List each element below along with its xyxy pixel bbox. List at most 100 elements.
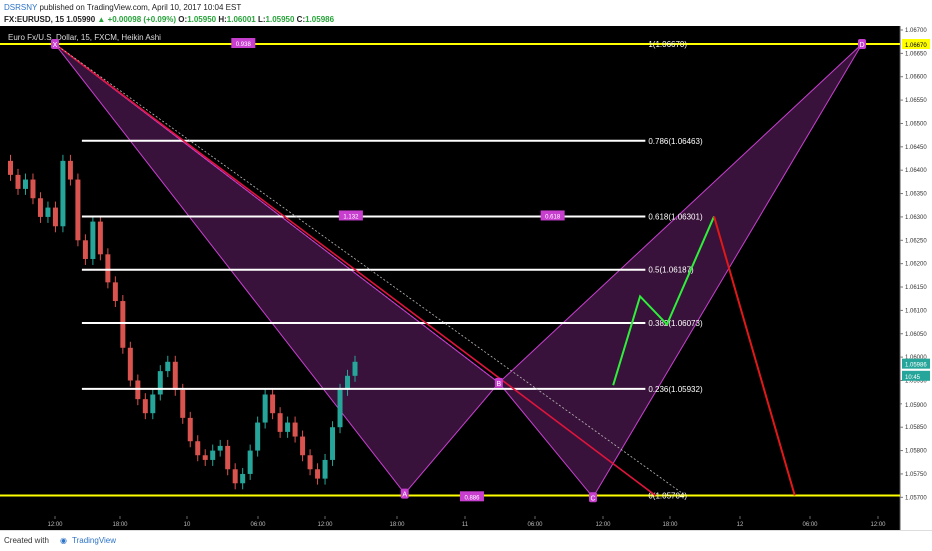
- pattern-point-label: B: [497, 381, 502, 388]
- candle: [90, 215, 96, 265]
- candle: [60, 154, 66, 233]
- candle: [165, 355, 171, 378]
- candle: [142, 393, 148, 420]
- x-tick-label: 12:00: [870, 522, 886, 528]
- candle: [67, 154, 73, 186]
- candle-body: [45, 207, 51, 217]
- y-tick-label: 1.06050: [905, 332, 927, 338]
- projection-arrow-down: [713, 216, 796, 496]
- fib-level-label: 0.786(1.06463): [648, 137, 703, 146]
- candle: [22, 173, 28, 195]
- y-tick-label: 1.06500: [905, 121, 927, 127]
- tradingview-brand[interactable]: TradingView: [72, 536, 116, 545]
- chart-title: Euro Fx/U.S. Dollar, 15, FXCM, Heikin As…: [8, 33, 161, 42]
- x-tick-label: 12:00: [47, 522, 63, 528]
- pattern-point-a: A: [400, 488, 409, 499]
- candle: [45, 201, 51, 223]
- candle-body: [337, 389, 343, 428]
- publish-line: DSRSNY published on TradingView.com, Apr…: [4, 3, 241, 12]
- candle-body: [75, 179, 81, 241]
- candle: [82, 234, 88, 265]
- y-tick-label: 1.05750: [905, 472, 927, 478]
- candle-body: [187, 417, 193, 442]
- candle-body: [322, 459, 328, 479]
- candle-body: [217, 445, 223, 451]
- ratio-label: 0.618: [545, 214, 561, 220]
- candle: [307, 449, 313, 476]
- candle: [187, 411, 193, 448]
- candle: [97, 215, 103, 261]
- candle: [270, 388, 276, 420]
- candle: [120, 295, 126, 354]
- candle-body: [247, 450, 253, 474]
- candle-body: [240, 473, 246, 484]
- candle-body: [352, 361, 358, 376]
- last-price: 1.05990: [66, 15, 96, 24]
- candle: [330, 421, 336, 466]
- y-tick-label: 1.05850: [905, 425, 927, 431]
- candle-body: [127, 347, 133, 381]
- candle-body: [22, 179, 28, 189]
- chart-header: DSRSNY published on TradingView.com, Apr…: [0, 0, 932, 26]
- symbol-label: FX:EURUSD, 15: [4, 15, 65, 24]
- candle: [52, 201, 58, 233]
- created-with-label: Created with: [4, 536, 49, 545]
- y-tick-label: 1.06400: [905, 168, 927, 174]
- candle: [8, 154, 13, 181]
- price-tag-label: 10:45: [905, 375, 921, 381]
- candle-body: [330, 427, 336, 460]
- y-tick-label: 1.05800: [905, 449, 927, 455]
- price-chart[interactable]: 1.06700 1.06650 1.06600 1.06550 1.06500 1.064…: [0, 26, 932, 530]
- y-tick-label: 1.06350: [905, 192, 927, 198]
- candle-body: [300, 436, 306, 456]
- candle-body: [195, 441, 201, 456]
- y-tick-label: 1.06300: [905, 215, 927, 221]
- ratio-label: 0.886: [464, 495, 480, 501]
- high-label: H:: [218, 15, 227, 24]
- change-value: +0.00098 (+0.09%): [107, 15, 177, 24]
- candle-body: [105, 254, 111, 283]
- open-value: 1.05950: [187, 15, 217, 24]
- x-tick-label: 10: [184, 522, 191, 528]
- ratio-label-group: 1.132: [338, 210, 363, 221]
- pattern-point-x: X: [51, 39, 59, 50]
- chart-area[interactable]: 1.06700 1.06650 1.06600 1.06550 1.06500 1.064…: [0, 26, 932, 530]
- candle: [112, 276, 118, 308]
- candle: [337, 383, 343, 434]
- x-tick-label: 12:00: [595, 522, 611, 528]
- candle: [262, 388, 268, 429]
- pattern-point-label: D: [859, 42, 864, 49]
- candle-body: [277, 413, 283, 432]
- candle-body: [225, 445, 231, 470]
- candle-body: [262, 394, 268, 423]
- candle: [292, 416, 298, 443]
- candle: [232, 463, 238, 490]
- x-tick-label: 06:00: [802, 522, 818, 528]
- y-tick-label: 1.06450: [905, 145, 927, 151]
- candle-body: [82, 240, 88, 259]
- price-tag: 10:45: [902, 370, 930, 381]
- fib-level-label: 0.618(1.06301): [648, 212, 703, 221]
- y-tick-label: 1.06550: [905, 98, 927, 104]
- candle-body: [8, 160, 13, 175]
- author-link[interactable]: DSRSNY: [4, 3, 37, 12]
- y-tick-label: 1.06250: [905, 238, 927, 244]
- candle: [15, 168, 21, 195]
- candle-body: [172, 361, 178, 390]
- fib-level-label: 1(1.06670): [648, 40, 687, 49]
- candle: [277, 407, 283, 438]
- candle-body: [210, 450, 216, 460]
- candle-body: [157, 371, 163, 395]
- close-value: 1.05986: [305, 15, 335, 24]
- pattern-point-b: B: [494, 377, 503, 388]
- low-value: 1.05950: [265, 15, 295, 24]
- fib-level-label: 0.382(1.06073): [648, 319, 703, 328]
- candle: [150, 388, 156, 420]
- tradingview-logo-icon[interactable]: ◉: [60, 536, 67, 545]
- candle-body: [30, 179, 36, 199]
- x-tick-label: 12: [737, 522, 744, 528]
- candle: [247, 444, 253, 480]
- y-tick-label: 1.06150: [905, 285, 927, 291]
- candle-body: [270, 394, 276, 414]
- open-label: O:: [178, 15, 188, 24]
